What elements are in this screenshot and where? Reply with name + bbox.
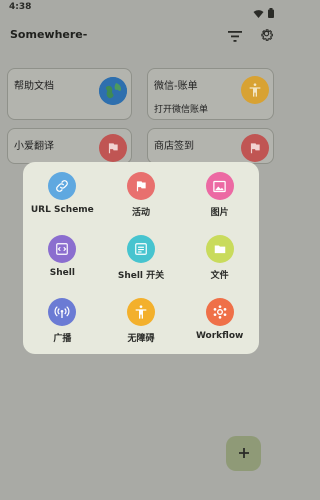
menu-item-accessibility[interactable]: 无障碍 — [102, 296, 181, 359]
menu-item-image[interactable]: 图片 — [180, 170, 259, 233]
menu-item-label: 无障碍 — [127, 334, 155, 344]
menu-item-label: URL Scheme — [30, 205, 94, 215]
menu-item-label: 文件 — [210, 271, 229, 281]
page-title: Somewhere- — [10, 28, 88, 41]
app-bar: Somewhere- — [0, 18, 281, 54]
menu-item-shell[interactable]: Shell — [23, 233, 102, 296]
flag-icon — [99, 134, 127, 162]
filter-button[interactable] — [225, 26, 245, 46]
menu-item-label: 活动 — [131, 208, 150, 218]
task-card-help-docs[interactable]: 帮助文档 — [7, 68, 132, 120]
broadcast-icon — [48, 298, 77, 326]
link-icon — [48, 172, 77, 200]
card-title: 小爱翻译 — [14, 141, 54, 152]
card-subtitle: 打开微信账单 — [154, 105, 209, 115]
menu-item-file[interactable]: 文件 — [180, 233, 259, 296]
menu-item-label: Shell 开关 — [117, 271, 165, 281]
status-time: 4:38 — [9, 2, 32, 12]
task-type-menu: URL Scheme 活动 图片 Shell Shell 开关 文件 广播 无障… — [23, 162, 259, 354]
menu-item-broadcast[interactable]: 广播 — [23, 296, 102, 359]
add-task-button[interactable] — [226, 436, 261, 471]
menu-item-url-scheme[interactable]: URL Scheme — [23, 170, 102, 233]
flag-icon — [126, 172, 155, 200]
accessibility-icon — [126, 298, 155, 326]
menu-item-label: Workflow — [195, 331, 244, 341]
card-title: 帮助文档 — [14, 81, 54, 92]
task-card-wechat-bill[interactable]: 微信-账单 打开微信账单 — [147, 68, 274, 120]
globe-icon — [99, 77, 127, 105]
menu-item-label: Shell — [49, 268, 75, 278]
workflow-icon — [205, 298, 234, 326]
folder-icon — [205, 235, 234, 263]
menu-item-label: 广播 — [53, 334, 72, 344]
gear-icon — [259, 27, 274, 46]
settings-button[interactable] — [256, 26, 276, 46]
image-icon — [205, 172, 234, 200]
card-title: 商店签到 — [154, 141, 194, 152]
flag-icon — [241, 134, 269, 162]
plus-icon — [238, 444, 250, 463]
card-title: 微信-账单 — [154, 81, 198, 92]
accessibility-icon — [241, 76, 269, 104]
status-bar: 4:38 — [0, 0, 281, 18]
menu-item-shell-toggle[interactable]: Shell 开关 — [102, 233, 181, 296]
menu-item-activity[interactable]: 活动 — [102, 170, 181, 233]
filter-icon — [228, 27, 242, 46]
code-icon — [48, 235, 77, 263]
task-card-store-checkin[interactable]: 商店签到 — [147, 128, 274, 164]
task-card-xiaoai-translate[interactable]: 小爱翻译 — [7, 128, 132, 164]
list-icon — [126, 235, 155, 263]
menu-item-workflow[interactable]: Workflow — [180, 296, 259, 359]
menu-item-label: 图片 — [210, 208, 229, 218]
